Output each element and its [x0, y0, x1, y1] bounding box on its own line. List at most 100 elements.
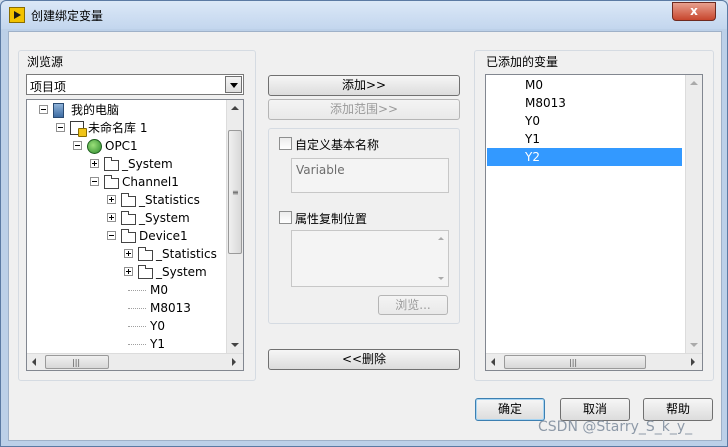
tree-node-label: Channel1 — [122, 175, 179, 189]
expand-icon[interactable] — [107, 195, 116, 204]
browse-tree[interactable]: 我的电脑未命名库 1 OPC1 _System Channel1 _Statistics… — [26, 99, 244, 371]
browse-button[interactable]: 浏览... — [378, 295, 448, 315]
tree-node[interactable]: 我的电脑 — [27, 101, 225, 119]
tree-node-label: Y1 — [150, 337, 165, 351]
expand-icon[interactable] — [124, 267, 133, 276]
added-vars-list[interactable]: M0 M8013 Y0 Y1 Y2 ||| — [485, 74, 703, 371]
scroll-up-icon[interactable] — [438, 237, 444, 240]
remove-button[interactable]: <<删除 — [268, 349, 460, 370]
tree-node-label: _System — [139, 211, 190, 225]
collapse-icon[interactable] — [56, 123, 65, 132]
collapse-icon[interactable] — [107, 231, 116, 240]
dialog-window: 创建绑定变量 x 浏览源 项目项 我的电脑 未命名库 1 OPC1 _System Ch… — [0, 0, 728, 447]
added-var-item[interactable]: Y2 — [487, 148, 682, 166]
expand-icon[interactable] — [124, 249, 133, 258]
added-var-item[interactable]: Y1 — [487, 130, 682, 148]
grip-icon: ||| — [569, 358, 578, 367]
computer-icon — [53, 103, 64, 118]
watermark-text: CSDN @Starry_S_k_y_ — [538, 419, 693, 435]
attribute-copy-path-field[interactable] — [291, 230, 449, 287]
scroll-right-icon[interactable] — [232, 358, 236, 366]
close-button[interactable]: x — [672, 2, 716, 21]
scroll-left-icon[interactable] — [32, 358, 36, 366]
tree-node-label: _Statistics — [156, 247, 217, 261]
tree-connector-line — [128, 290, 146, 291]
scroll-right-icon[interactable] — [691, 358, 695, 366]
tree-node[interactable]: Y0 — [27, 317, 225, 335]
scroll-down-icon[interactable] — [690, 343, 698, 347]
help-button[interactable]: 帮助 — [643, 398, 713, 421]
tree-node[interactable]: Y1 — [27, 335, 225, 353]
tree-node[interactable]: _System — [27, 155, 225, 173]
tree-connector-line — [128, 308, 146, 309]
grip-icon: ||| — [72, 358, 81, 367]
collapse-icon[interactable] — [90, 177, 99, 186]
tree-node-label: Y0 — [150, 319, 165, 333]
tree-node-label: Device1 — [139, 229, 188, 243]
base-name-field[interactable]: Variable — [291, 158, 449, 193]
labview-app-icon — [9, 7, 25, 23]
folder-icon — [121, 211, 136, 225]
tree-vertical-scrollbar[interactable]: ≡ — [226, 100, 243, 353]
folder-icon — [121, 229, 136, 243]
tree-node-label: 未命名库 1 — [88, 121, 148, 135]
list-horizontal-scrollbar[interactable]: ||| — [486, 353, 702, 370]
browse-source-combo[interactable]: 项目项 — [26, 74, 244, 95]
tree-node-label: M8013 — [150, 301, 191, 315]
tree-node-label: _Statistics — [139, 193, 200, 207]
tree-node[interactable]: M0 — [27, 281, 225, 299]
tree-node[interactable]: _Statistics — [27, 245, 225, 263]
added-var-item[interactable]: Y0 — [487, 112, 682, 130]
tree-node[interactable]: _System — [27, 209, 225, 227]
tree-node[interactable]: Channel1 — [27, 173, 225, 191]
collapse-icon[interactable] — [73, 141, 82, 150]
folder-icon — [138, 265, 153, 279]
custom-base-name-label: 自定义基本名称 — [295, 138, 380, 152]
tree-hscroll-thumb[interactable]: ||| — [45, 355, 109, 369]
tree-horizontal-scrollbar[interactable]: ||| — [27, 353, 243, 370]
folder-icon — [121, 193, 136, 207]
chevron-down-icon[interactable] — [225, 76, 242, 93]
tree-node[interactable]: 未命名库 1 — [27, 119, 225, 137]
expand-icon[interactable] — [107, 213, 116, 222]
collapse-icon[interactable] — [39, 105, 48, 114]
list-vertical-scrollbar[interactable] — [685, 75, 702, 353]
tree-node[interactable]: _Statistics — [27, 191, 225, 209]
cancel-button[interactable]: 取消 — [560, 398, 630, 421]
ok-button[interactable]: 确定 — [475, 398, 545, 421]
scroll-up-icon[interactable] — [690, 81, 698, 85]
attribute-copy-label: 属性复制位置 — [295, 212, 368, 226]
tree-connector-line — [128, 344, 146, 345]
expand-icon[interactable] — [90, 159, 99, 168]
added-var-item[interactable]: M0 — [487, 76, 682, 94]
added-var-item[interactable]: M8013 — [487, 94, 682, 112]
custom-base-name-checkbox[interactable] — [279, 137, 292, 150]
library-icon — [70, 121, 87, 137]
tree-node[interactable]: _System — [27, 263, 225, 281]
list-hscroll-thumb[interactable]: ||| — [504, 355, 646, 369]
add-range-button[interactable]: 添加范围>> — [268, 99, 460, 120]
tree-connector-line — [128, 326, 146, 327]
tree-node[interactable]: Device1 — [27, 227, 225, 245]
add-button[interactable]: 添加>> — [268, 75, 460, 96]
title-bar[interactable]: 创建绑定变量 x — [1, 1, 727, 29]
opc-server-icon — [87, 139, 102, 154]
tree-node[interactable]: M8013 — [27, 299, 225, 317]
tree-vscroll-thumb[interactable]: ≡ — [228, 130, 242, 254]
tree-node[interactable]: OPC1 — [27, 137, 225, 155]
scroll-down-icon[interactable] — [438, 277, 444, 280]
folder-icon — [104, 175, 119, 189]
tree-node-label: M0 — [150, 283, 168, 297]
scroll-left-icon[interactable] — [491, 358, 495, 366]
tree-node-label: _System — [156, 265, 207, 279]
folder-icon — [138, 247, 153, 261]
tree-node-label: 我的电脑 — [71, 103, 120, 117]
grip-icon: ≡ — [232, 188, 239, 197]
attribute-copy-checkbox[interactable] — [279, 211, 292, 224]
scroll-down-icon[interactable] — [231, 343, 239, 347]
tree-node-label: OPC1 — [105, 139, 138, 153]
scroll-up-icon[interactable] — [231, 106, 239, 110]
added-vars-label: 已添加的变量 — [484, 53, 561, 70]
tree-node-label: _System — [122, 157, 173, 171]
window-title: 创建绑定变量 — [31, 9, 104, 23]
